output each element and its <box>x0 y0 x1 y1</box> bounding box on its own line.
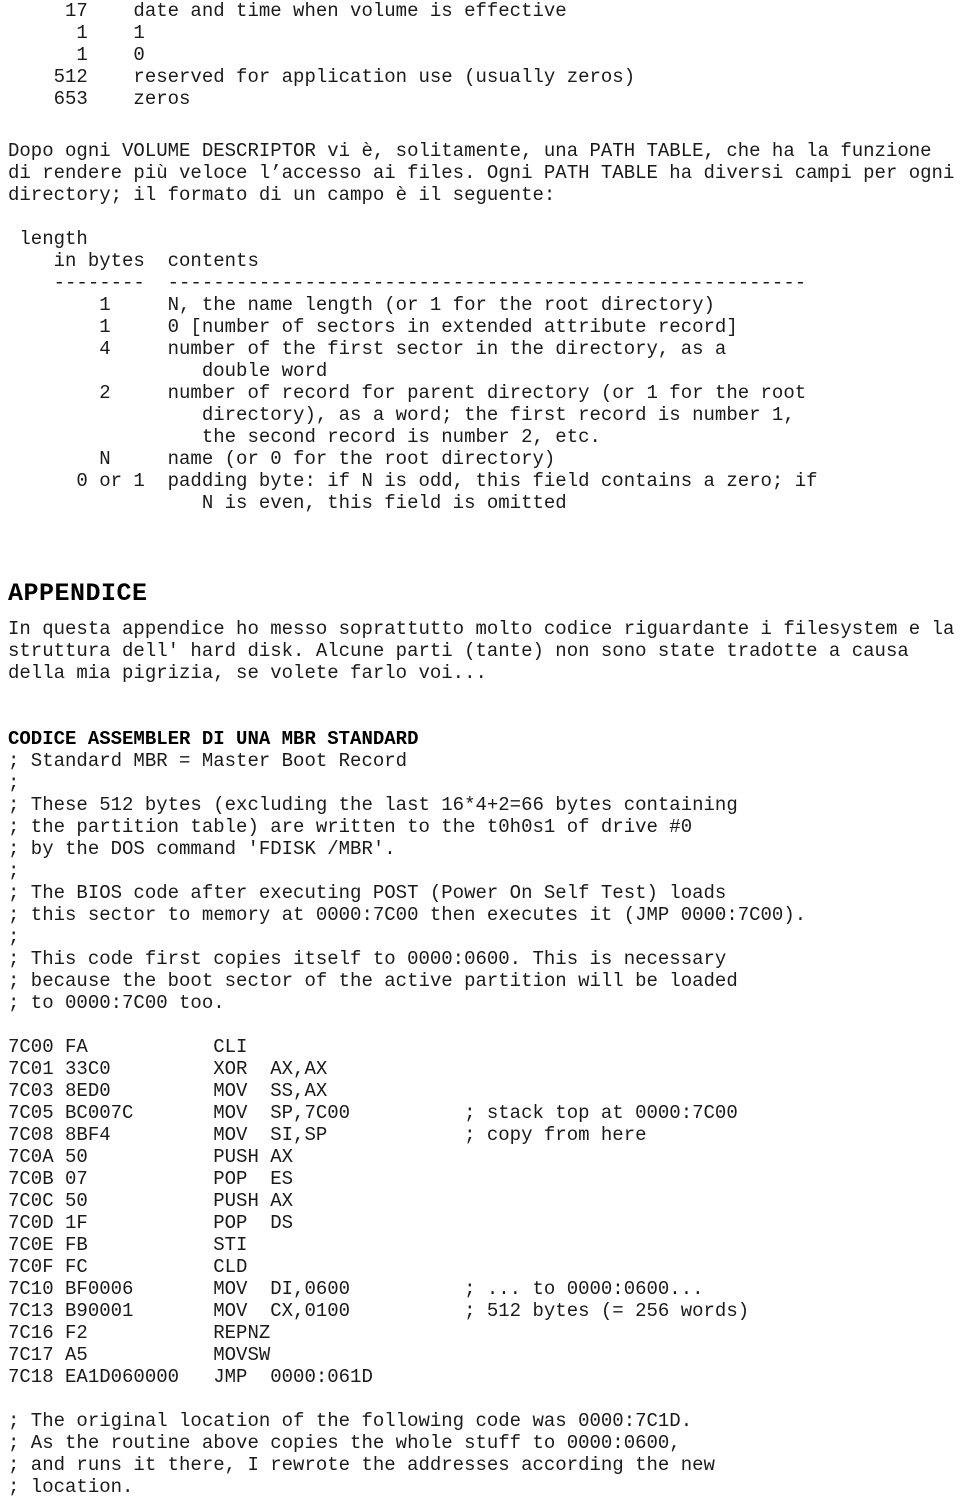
mbr-comment-block-intro: ; Standard MBR = Master Boot Record ; ; … <box>8 750 807 1014</box>
path-table-field-format-listing: length in bytes contents -------- ------… <box>19 228 818 514</box>
section-heading-mbr-assembler: CODICE ASSEMBLER DI UNA MBR STANDARD <box>8 728 419 750</box>
volume-descriptor-field-table: 17 date and time when volume is effectiv… <box>53 0 636 110</box>
path-table-intro-paragraph: Dopo ogni VOLUME DESCRIPTOR vi è, solita… <box>8 140 955 206</box>
document-page: 17 date and time when volume is effectiv… <box>0 0 960 1498</box>
page-heading-appendice: APPENDICE <box>8 579 148 608</box>
mbr-assembly-listing: 7C00 FA CLI 7C01 33C0 XOR AX,AX 7C03 8ED… <box>8 1036 750 1388</box>
mbr-comment-block-relocation: ; The original location of the following… <box>8 1410 715 1498</box>
appendice-body-paragraph: In questa appendice ho messo soprattutto… <box>8 618 955 684</box>
